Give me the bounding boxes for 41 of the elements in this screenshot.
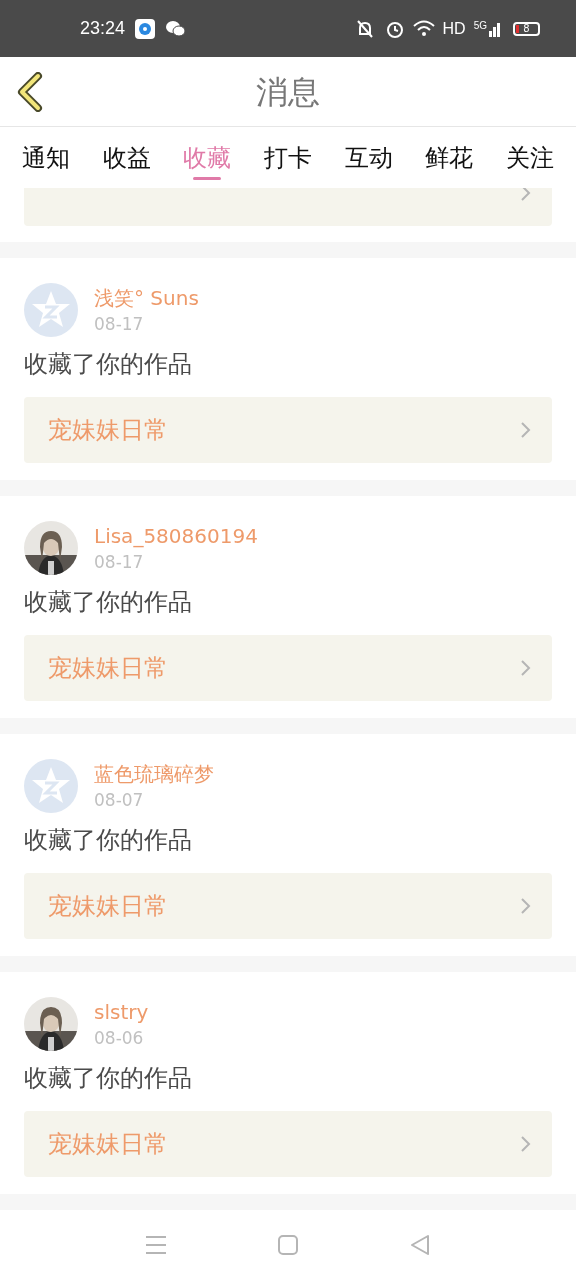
back-icon[interactable] (16, 72, 44, 112)
work-link[interactable]: 宠妹妹日常 (24, 873, 552, 939)
tab[interactable]: 收益 (102, 127, 151, 188)
message-text: 收藏了你的作品 (23, 1063, 193, 1094)
cellular-label: 5G (473, 20, 487, 31)
work-link[interactable]: 宠妹妹日常 (24, 1111, 552, 1177)
message-date: 08-06 (94, 1027, 145, 1050)
user-name[interactable]: 蓝色琉璃碎梦 (94, 760, 214, 788)
tab[interactable]: 打卡 (263, 127, 312, 188)
message-text: 收藏了你的作品 (23, 587, 193, 618)
chevron-right-icon (520, 659, 532, 677)
message-text: 收藏了你的作品 (23, 825, 193, 856)
app-icon (135, 18, 156, 39)
network-label: HD (442, 18, 466, 39)
wifi-icon (412, 19, 435, 38)
chevron-right-icon (520, 421, 532, 439)
tab[interactable]: 关注 (505, 127, 554, 188)
tab[interactable]: 收藏 (183, 127, 232, 188)
chevron-right-icon (520, 188, 532, 202)
back-triangle-icon[interactable] (409, 1234, 431, 1256)
page-title: 消息 (256, 71, 320, 113)
chat-icon (165, 19, 186, 38)
message-date: 08-07 (94, 789, 145, 812)
tab[interactable]: 鲜花 (425, 127, 474, 188)
chevron-right-icon (520, 1135, 532, 1153)
message-date: 08-17 (94, 313, 145, 336)
work-link[interactable]: 宠妹妹日常 (24, 635, 552, 701)
chevron-right-icon (520, 897, 532, 915)
user-name[interactable]: Lisa_580860194 (94, 522, 258, 550)
user-name[interactable]: slstry (94, 998, 149, 1026)
battery-indicator: 8 (513, 21, 540, 36)
status-time: 23:24 (80, 17, 126, 40)
signal-icon (489, 20, 501, 37)
message-text: 收藏了你的作品 (23, 349, 193, 380)
tab[interactable]: 通知 (22, 127, 70, 188)
tab[interactable]: 互动 (344, 127, 393, 188)
work-link[interactable]: 宠妹妹日常 (24, 397, 552, 463)
menu-icon[interactable] (145, 1235, 167, 1255)
user-name[interactable]: 浅笑° Suns (94, 284, 199, 312)
message-date: 08-17 (94, 551, 145, 574)
home-icon[interactable] (277, 1234, 299, 1256)
